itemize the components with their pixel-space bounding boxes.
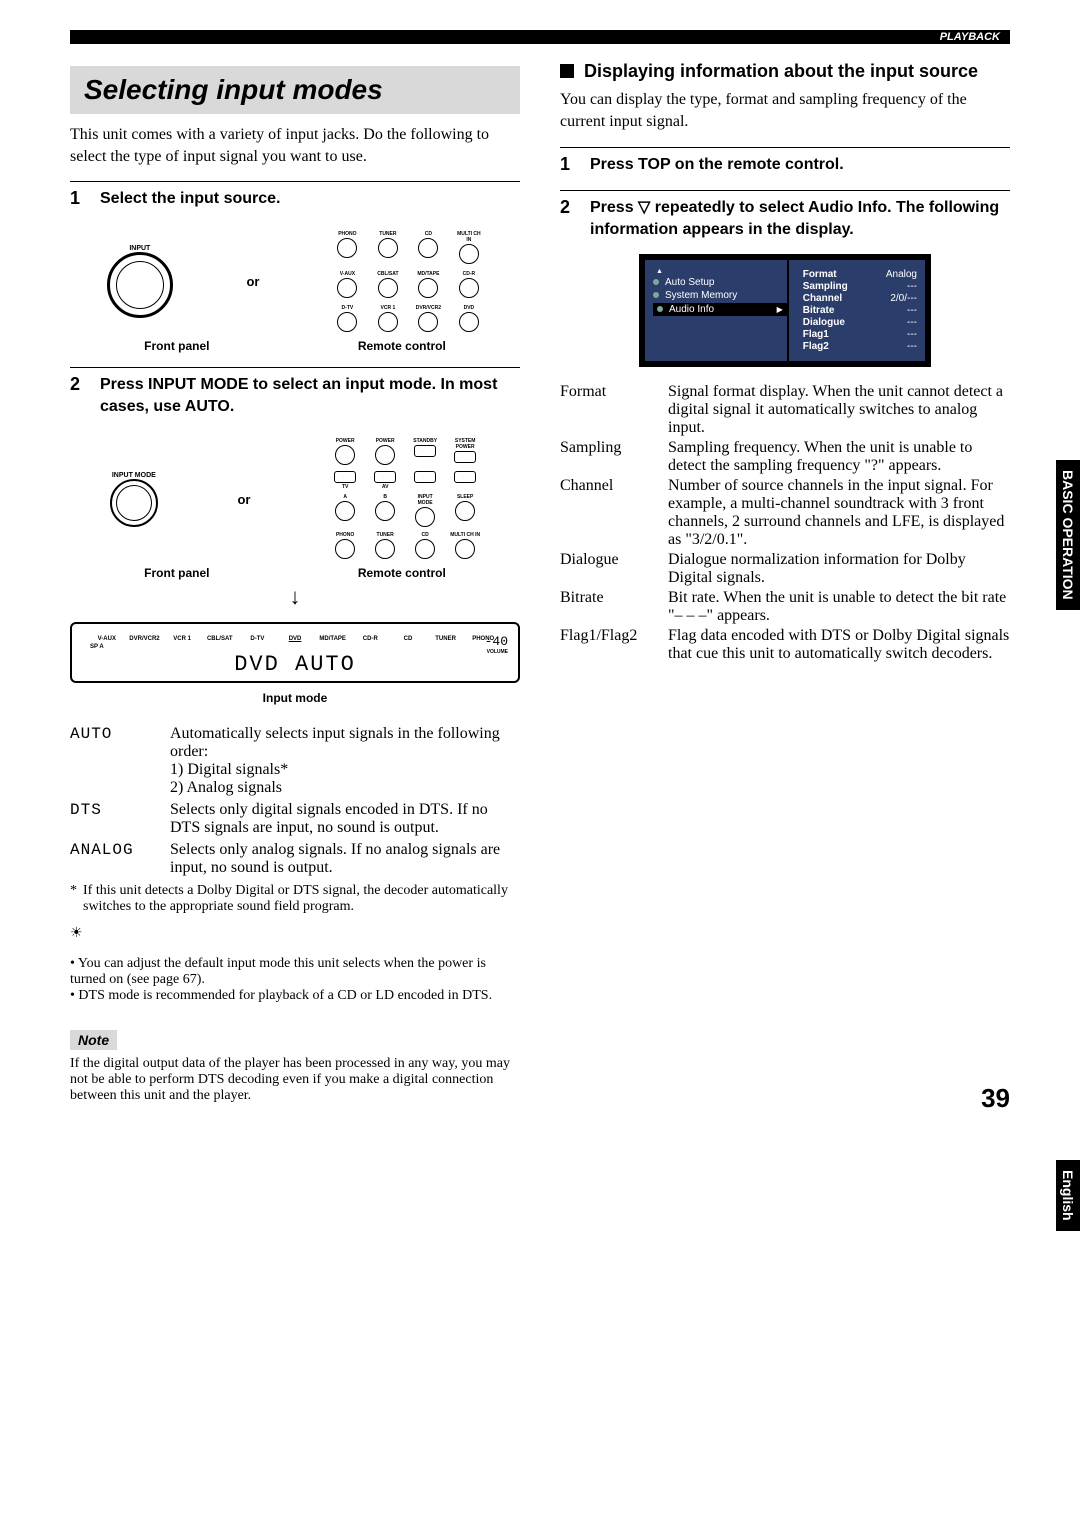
- osd-menu-list: ▲ Auto Setup System Memory Audio Info ▶: [645, 260, 787, 361]
- right-intro: You can display the type, format and sam…: [560, 89, 1010, 132]
- right-step-2: 2 Press ▽ repeatedly to select Audio Inf…: [560, 190, 1010, 242]
- diagram-input-mode: INPUT MODE or POWER POWER STANDBY SYSTEM…: [70, 438, 520, 560]
- right-step-1: 1 Press TOP on the remote control.: [560, 147, 1010, 176]
- mode-auto-key: AUTO: [70, 725, 160, 797]
- front-panel-caption-1: Front panel: [144, 339, 209, 353]
- input-mode-table: AUTO Automatically selects input signals…: [70, 725, 520, 877]
- input-knob-label: INPUT: [107, 245, 173, 252]
- step-2: 2 Press INPUT MODE to select an input mo…: [70, 367, 520, 419]
- square-bullet-icon: [560, 64, 574, 78]
- tip-icon: ☀: [70, 925, 520, 942]
- mode-dts-key: DTS: [70, 801, 160, 837]
- step-1-text: Select the input source.: [100, 188, 280, 210]
- remote-button-grid-1: PHONO TUNER CD MULTI CH IN V-AUX CBL/SAT…: [333, 231, 483, 333]
- osd-display: ▲ Auto Setup System Memory Audio Info ▶ …: [639, 254, 931, 367]
- definitions-table: FormatSignal format display. When the un…: [560, 383, 1010, 663]
- remote-button-grid-2: POWER POWER STANDBY SYSTEM POWER TV AV A…: [330, 438, 480, 560]
- front-panel-caption-2: Front panel: [144, 566, 209, 580]
- mode-analog-key: ANALOG: [70, 841, 160, 877]
- header-bar: PLAYBACK: [70, 30, 1010, 44]
- input-mode-knob-icon: [110, 479, 158, 527]
- input-mode-knob-label: INPUT MODE: [110, 472, 158, 479]
- front-panel-display: V-AUX DVR/VCR2 VCR 1 CBL/SAT D-TV DVD MD…: [70, 622, 520, 683]
- remote-control-caption-2: Remote control: [358, 566, 446, 580]
- tab-basic-operation: BASIC OPERATION: [1056, 460, 1080, 610]
- step-2-text: Press INPUT MODE to select an input mode…: [100, 374, 520, 419]
- or-word-1: or: [246, 274, 259, 289]
- input-knob-icon: [107, 252, 173, 318]
- osd-info-panel: FormatAnalog Sampling--- Channel2/0/--- …: [789, 260, 925, 361]
- step-1: 1 Select the input source.: [70, 181, 520, 210]
- left-column: Selecting input modes This unit comes wi…: [70, 48, 520, 1104]
- step-2-num: 2: [70, 374, 86, 419]
- tab-english: English: [1056, 1160, 1080, 1231]
- page-number: 39: [981, 1083, 1010, 1114]
- osd-selected-item: Audio Info ▶: [653, 303, 787, 316]
- step-1-num: 1: [70, 188, 86, 210]
- note-label: Note: [70, 1030, 117, 1050]
- display-volume-value: -40: [485, 634, 508, 649]
- input-mode-caption: Input mode: [70, 691, 520, 705]
- section-title: Selecting input modes: [84, 74, 383, 105]
- intro-text: This unit comes with a variety of input …: [70, 124, 520, 167]
- note-text: If the digital output data of the player…: [70, 1056, 520, 1104]
- footnote: * If this unit detects a Dolby Digital o…: [70, 883, 520, 915]
- diagram-input-source: INPUT or PHONO TUNER CD MULTI CH IN V-AU…: [70, 231, 520, 333]
- tips-list: You can adjust the default input mode th…: [70, 956, 520, 1004]
- display-main-text: DVD AUTO: [80, 652, 510, 677]
- or-word-2: or: [237, 492, 250, 507]
- remote-control-caption-1: Remote control: [358, 339, 446, 353]
- right-column: Displaying information about the input s…: [560, 48, 1010, 1104]
- subsection-heading: Displaying information about the input s…: [560, 60, 1010, 83]
- down-arrow-icon: ↓: [70, 584, 520, 610]
- section-label: PLAYBACK: [940, 30, 1000, 44]
- section-title-box: Selecting input modes: [70, 66, 520, 114]
- side-tabs: BASIC OPERATION English: [1056, 460, 1080, 618]
